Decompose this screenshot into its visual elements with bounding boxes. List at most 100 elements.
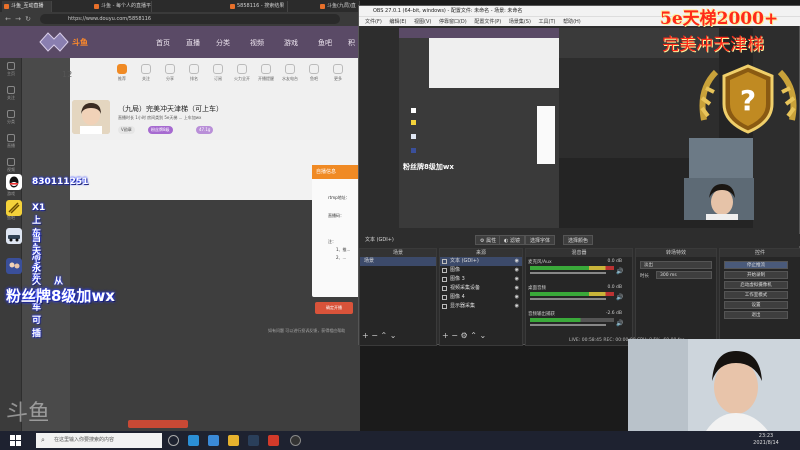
heart-icon <box>141 64 151 74</box>
nav-video[interactable]: 视频 <box>250 38 264 48</box>
rtmp-label: rtmp地址： <box>328 195 350 200</box>
menu-tools[interactable]: 工具(T) <box>539 19 556 25</box>
streamer-avatar[interactable] <box>72 100 110 134</box>
mixer-header: 混音器 <box>526 249 632 257</box>
red-action-button[interactable] <box>128 420 188 428</box>
stat-recommend[interactable]: 推荐 <box>110 64 134 82</box>
sidebar-item-home[interactable]: 主页 <box>4 62 18 76</box>
windows-app-icon[interactable] <box>208 435 219 446</box>
stat-subscribe[interactable]: 订阅 <box>206 64 230 82</box>
speaker-icon[interactable]: 🔊 <box>616 320 623 327</box>
start-recording-button[interactable]: 开始录制 <box>724 271 788 279</box>
stat-radio[interactable]: 水友电台 <box>278 64 302 82</box>
volume-slider[interactable] <box>530 298 606 300</box>
nav-home[interactable]: 首页 <box>156 38 170 48</box>
stop-streaming-button[interactable]: 停止推流 <box>724 261 788 269</box>
back-icon[interactable]: ← <box>4 15 12 23</box>
menu-edit[interactable]: 编辑(E) <box>389 19 406 25</box>
taskbar-search-input[interactable]: ⌕ 在这里输入你要搜索的内容 <box>36 433 162 448</box>
menu-dock[interactable]: 停靠窗口(D) <box>439 19 467 25</box>
stat-fire[interactable]: 火力全开 <box>230 64 254 82</box>
steam-icon[interactable] <box>248 435 259 446</box>
sidebar-item-category[interactable]: 分类 <box>4 110 18 124</box>
sidebar-item-live[interactable]: 直播 <box>4 134 18 148</box>
browser-tab[interactable]: 5858116 - 搜索结果 - 斗鱼直播 <box>228 1 288 20</box>
team-icon <box>6 258 22 274</box>
menu-scene-collection[interactable]: 场景集(S) <box>509 19 531 25</box>
browser-tab[interactable]: 斗鱼 - 每个人的直播平台 <box>92 1 152 20</box>
eye-icon[interactable]: ◉ <box>515 284 519 293</box>
select-color-button[interactable]: 选择颜色 <box>563 235 594 245</box>
source-item[interactable]: 显示器采集 ◉ <box>440 302 522 311</box>
sources-dock: 来源 文本 (GDI+) ◉ 图像 ◉ 图像 3 ◉ 视频采集设备 ◉ 图像 4 ◉ 显示… <box>439 248 523 346</box>
windows-start-icon[interactable] <box>10 435 21 446</box>
douyu-favicon-icon <box>94 4 99 9</box>
file-explorer-icon[interactable] <box>228 435 239 446</box>
source-item[interactable]: 图像 ◉ <box>440 266 522 275</box>
settings-button[interactable]: 设置 <box>724 301 788 309</box>
weight-tag: 47.1g <box>196 126 214 134</box>
stat-yuba[interactable]: 鱼吧 <box>302 64 326 82</box>
stat-follow[interactable]: 关注 <box>134 64 158 82</box>
source-item[interactable]: 文本 (GDI+) ◉ <box>440 257 522 266</box>
webcam-feed <box>628 339 800 431</box>
speaker-icon[interactable]: 🔊 <box>616 294 623 301</box>
scene-item[interactable]: 场景 <box>360 257 436 266</box>
app-icon[interactable] <box>268 435 279 446</box>
menu-profile[interactable]: 配置文件(P) <box>474 19 501 25</box>
volume-slider[interactable] <box>530 324 606 326</box>
studio-mode-button[interactable]: 工作室模式 <box>724 291 788 299</box>
sidebar-item-video[interactable]: 视频 <box>4 158 18 172</box>
stat-alarm[interactable]: 开播提醒 <box>254 64 278 82</box>
source-item[interactable]: 图像 3 ◉ <box>440 275 522 284</box>
qq-number: 830111251 <box>32 177 89 187</box>
browser-tab[interactable]: 斗鱼_互动直播 <box>2 1 52 12</box>
reload-icon[interactable]: ↻ <box>24 15 32 23</box>
transition-select[interactable]: 淡出 <box>640 261 712 269</box>
stat-rank[interactable]: 排名 <box>182 64 206 82</box>
volume-slider[interactable] <box>530 272 606 274</box>
edge-icon[interactable] <box>188 435 199 446</box>
nav-live[interactable]: 直播 <box>186 38 200 48</box>
virtual-camera-button[interactable]: 启动虚拟摄像机 <box>724 281 788 289</box>
source-item[interactable]: 图像 4 ◉ <box>440 293 522 302</box>
stat-share[interactable]: 分享 <box>158 64 182 82</box>
source-item[interactable]: 视频采集设备 ◉ <box>440 284 522 293</box>
nav-game[interactable]: 游戏 <box>284 38 298 48</box>
site-logo[interactable]: 斗鱼 <box>34 29 104 55</box>
menu-view[interactable]: 视图(V) <box>414 19 431 25</box>
cortana-icon[interactable] <box>168 435 179 446</box>
properties-button[interactable]: ⚙ 属性 <box>475 235 502 245</box>
eye-icon[interactable]: ◉ <box>515 302 519 311</box>
forward-icon[interactable]: → <box>14 15 22 23</box>
eye-icon[interactable]: ◉ <box>515 257 519 266</box>
home-icon <box>7 62 15 70</box>
speaker-icon[interactable]: 🔊 <box>616 268 623 275</box>
sidebar-item-follow[interactable]: 关注 <box>4 86 18 100</box>
camera-source-icon <box>442 286 447 291</box>
room-title: （九局）完美冲天津梯（可上车） <box>118 105 223 113</box>
confirm-stream-button[interactable]: 确定开播 <box>315 302 353 314</box>
select-font-button[interactable]: 选择字体 <box>525 235 556 245</box>
menu-help[interactable]: 帮助(H) <box>563 19 581 25</box>
obs-taskbar-icon[interactable] <box>290 435 301 446</box>
nav-more[interactable]: 积 <box>348 38 355 48</box>
eye-icon[interactable]: ◉ <box>515 293 519 302</box>
transitions-header: 转场特效 <box>636 249 716 257</box>
badge-tag[interactable]: V勋章 <box>118 126 135 134</box>
fans-badge-tag[interactable]: 粉丝牌8级 <box>148 126 173 134</box>
browser-tab[interactable]: 斗鱼(九局)直播 ... <box>318 1 360 20</box>
taskbar-clock[interactable]: 23:23 2021/8/14 <box>748 433 784 447</box>
svg-text:斗鱼: 斗鱼 <box>72 37 88 47</box>
exit-button[interactable]: 退出 <box>724 311 788 319</box>
duration-input[interactable]: 300 ms <box>656 271 712 279</box>
stat-more[interactable]: 更多 <box>326 64 350 82</box>
eye-icon[interactable]: ◉ <box>515 275 519 284</box>
filters-button[interactable]: ◐ 滤镜 <box>499 235 525 245</box>
menu-file[interactable]: 文件(F) <box>365 19 382 25</box>
nav-category[interactable]: 分类 <box>216 38 230 48</box>
url-field[interactable]: https://www.douyu.com/5858116 <box>40 14 340 24</box>
eye-icon[interactable]: ◉ <box>515 266 519 275</box>
nav-yuba[interactable]: 鱼吧 <box>318 38 332 48</box>
image-source-icon <box>442 277 447 282</box>
